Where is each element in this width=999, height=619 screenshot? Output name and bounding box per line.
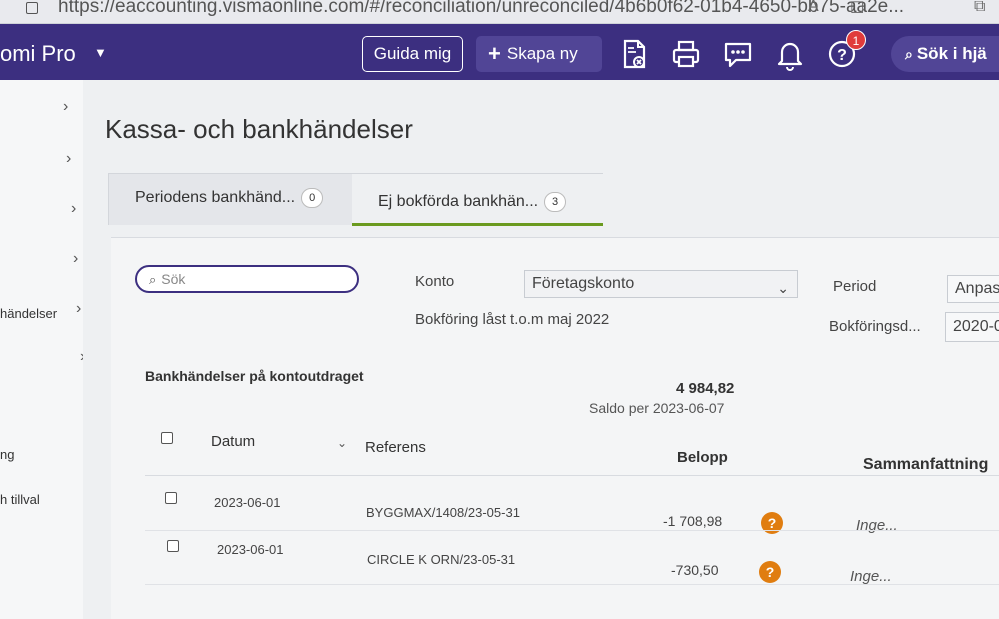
sidebar-item-label: h tillval xyxy=(0,492,40,507)
chevron-down-icon[interactable]: ▼ xyxy=(94,45,107,60)
tab-periodens-bankhandelser[interactable]: Periodens bankhänd... 0 xyxy=(109,174,352,226)
statement-title: Bankhändelser på kontoutdraget xyxy=(145,368,364,384)
chevron-right-icon: › xyxy=(76,300,82,317)
global-search-label: Sök i hjä xyxy=(916,44,987,63)
header-divider xyxy=(145,475,999,476)
sidebar-item-label: händelser xyxy=(0,306,58,321)
balance-amount: 4 984,82 xyxy=(676,380,735,397)
tab-ej-bokforda-bankhandelser[interactable]: Ej bokförda bankhän... 3 xyxy=(352,174,603,226)
sidebar-item-label: ng xyxy=(0,447,15,462)
chevron-right-icon: › xyxy=(66,150,72,167)
printer-icon[interactable] xyxy=(669,36,703,72)
browser-url-bar: https://eaccounting.vismaonline.com/#/re… xyxy=(0,0,999,24)
konto-label: Konto xyxy=(415,273,455,290)
row-divider xyxy=(145,530,999,531)
bank-events-panel: ⌕ Sök Konto Företagskonto ⌄ Bokföring lås… xyxy=(111,237,999,619)
collections-icon[interactable]: ⧉ xyxy=(974,0,985,16)
question-mark-icon[interactable]: ? xyxy=(759,561,781,583)
period-label: Period xyxy=(833,278,877,295)
guida-mig-button[interactable]: Guida mig xyxy=(362,36,463,72)
bokforingsdatum-input[interactable]: 2020-0 xyxy=(945,312,999,342)
tab-label: Ej bokförda bankhän... xyxy=(378,193,539,210)
column-header-datum[interactable]: Datum xyxy=(211,433,255,450)
row-sammanfattning[interactable]: Inge... xyxy=(850,568,892,585)
chat-icon[interactable] xyxy=(721,36,755,72)
period-select[interactable]: Anpas xyxy=(947,275,999,303)
column-header-belopp[interactable]: Belopp xyxy=(677,449,728,466)
search-input[interactable]: ⌕ Sök xyxy=(135,265,359,293)
row-divider xyxy=(145,584,999,585)
balance-label: Saldo per 2023-06-07 xyxy=(589,400,725,416)
row-checkbox[interactable] xyxy=(165,492,177,504)
row-datum: 2023-06-01 xyxy=(214,495,281,510)
chevron-right-icon: › xyxy=(71,200,77,217)
period-value: Anpas xyxy=(955,280,999,297)
row-belopp: -730,50 xyxy=(671,562,719,578)
search-icon: ⌕ xyxy=(149,272,157,287)
chevron-down-icon: ⌄ xyxy=(777,280,789,296)
skapa-ny-label: Skapa ny xyxy=(506,44,578,63)
row-referens: CIRCLE K ORN/23-05-31 xyxy=(367,552,516,567)
chevron-right-icon: › xyxy=(73,250,79,267)
tab-count: 0 xyxy=(301,188,324,208)
plus-icon: + xyxy=(488,41,501,66)
row-referens: BYGGMAX/1408/23-05-31 xyxy=(366,505,520,520)
lock-info-text: Bokföring låst t.o.m maj 2022 xyxy=(415,311,610,328)
tab-bar: Periodens bankhänd... 0 Ej bokförda bankh… xyxy=(108,173,603,226)
column-header-sammanfattning[interactable]: Sammanfattning xyxy=(863,456,988,474)
search-placeholder: Sök xyxy=(161,271,186,287)
reading-mode-icon[interactable]: ☐ xyxy=(850,0,864,18)
bookmark-icon[interactable]: A xyxy=(808,0,819,16)
page-info-icon[interactable] xyxy=(26,2,38,14)
svg-text:?: ? xyxy=(837,47,847,64)
tab-count: 3 xyxy=(544,192,567,212)
row-datum: 2023-06-01 xyxy=(217,542,284,557)
konto-select[interactable]: Företagskonto ⌄ xyxy=(524,270,798,298)
row-checkbox[interactable] xyxy=(167,540,179,552)
bokforingsdatum-value: 2020-0 xyxy=(953,318,999,335)
sort-chevron-icon[interactable]: ⌄ xyxy=(337,436,347,450)
product-name[interactable]: omi Pro xyxy=(0,41,76,67)
row-sammanfattning[interactable]: Inge... xyxy=(856,517,898,534)
global-search[interactable]: ⌕ Sök i hjä xyxy=(891,36,999,72)
sidebar: › › › › händelser › › › ng h tillval xyxy=(0,80,89,619)
skapa-ny-button[interactable]: + Skapa ny xyxy=(476,36,602,72)
tab-label: Periodens bankhänd... xyxy=(135,189,296,206)
document-scan-icon[interactable] xyxy=(617,36,651,72)
chevron-right-icon: › xyxy=(63,98,69,115)
url-text[interactable]: https://eaccounting.vismaonline.com/#/re… xyxy=(58,0,904,18)
column-header-referens[interactable]: Referens xyxy=(365,439,426,456)
konto-value: Företagskonto xyxy=(532,275,635,292)
page-title: Kassa- och bankhändelser xyxy=(105,114,413,144)
select-all-checkbox[interactable] xyxy=(161,432,173,444)
row-belopp: -1 708,98 xyxy=(663,513,723,529)
bokforingsdatum-label: Bokföringsd... xyxy=(829,318,921,335)
search-icon: ⌕ xyxy=(905,46,913,62)
bell-icon[interactable] xyxy=(773,36,807,72)
top-navigation: omi Pro ▼ Guida mig + Skapa ny ? 1 ⌕ Sök i… xyxy=(0,24,999,80)
main-content: Kassa- och bankhändelser Periodens bankh… xyxy=(83,80,999,619)
notification-badge: 1 xyxy=(846,30,866,50)
